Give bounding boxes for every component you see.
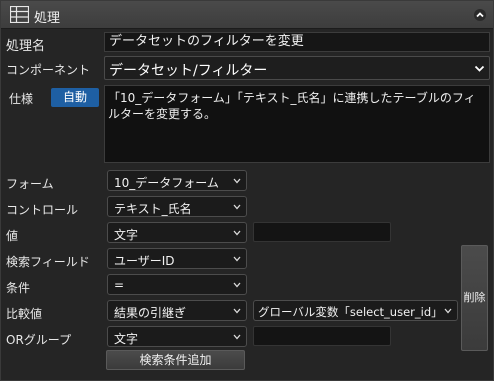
search-field-select-value: ユーザーID bbox=[114, 254, 175, 268]
compare-value-select-value: 結果の引継ぎ bbox=[114, 306, 187, 320]
condition-select-value: = bbox=[114, 278, 125, 292]
component-label: コンポーネント bbox=[6, 63, 91, 77]
control-label: コントロール bbox=[6, 203, 79, 217]
chevron-down-icon bbox=[233, 204, 241, 210]
control-select-value: テキスト_氏名 bbox=[114, 202, 192, 216]
panel-header[interactable]: 処理 bbox=[1, 1, 493, 29]
chevron-down-icon bbox=[474, 65, 485, 72]
form-select[interactable]: 10_データフォーム bbox=[107, 170, 247, 191]
search-field-select[interactable]: ユーザーID bbox=[107, 248, 247, 269]
condition-select[interactable]: = bbox=[107, 274, 247, 295]
add-search-condition-button[interactable]: 検索条件追加 bbox=[106, 350, 245, 370]
chevron-down-icon bbox=[233, 282, 241, 288]
chevron-down-icon bbox=[233, 308, 241, 314]
auto-badge-button[interactable]: 自動 bbox=[51, 88, 99, 107]
value-select[interactable]: 文字 bbox=[107, 222, 247, 243]
compare-value-select[interactable]: 結果の引継ぎ bbox=[107, 300, 247, 321]
condition-label: 条件 bbox=[6, 281, 31, 295]
chevron-down-icon bbox=[233, 334, 241, 340]
chevron-down-icon bbox=[444, 308, 452, 314]
collapse-chevron-up-icon[interactable] bbox=[473, 8, 487, 22]
compare-value-label: 比較値 bbox=[6, 307, 43, 321]
or-group-input[interactable] bbox=[253, 326, 391, 346]
search-field-label: 検索フィールド bbox=[6, 255, 90, 269]
form-select-value: 10_データフォーム bbox=[114, 176, 219, 190]
or-group-label: ORグループ bbox=[6, 333, 72, 347]
form-label: フォーム bbox=[6, 177, 54, 191]
value-label: 値 bbox=[6, 229, 19, 243]
spec-label: 仕様 bbox=[9, 92, 34, 106]
table-grid-icon bbox=[10, 6, 29, 23]
delete-button[interactable]: 削除 bbox=[461, 245, 488, 351]
chevron-down-icon bbox=[233, 256, 241, 262]
panel-title: 処理 bbox=[34, 11, 61, 26]
control-select[interactable]: テキスト_氏名 bbox=[107, 196, 247, 217]
compare-source-select[interactable]: グローバル変数「select_user_id」取得 bbox=[253, 300, 458, 321]
chevron-down-icon bbox=[233, 230, 241, 236]
compare-source-select-value: グローバル変数「select_user_id」取得 bbox=[258, 305, 441, 319]
process-name-input[interactable]: データセットのフィルターを変更 bbox=[104, 32, 490, 52]
process-name-label: 処理名 bbox=[6, 39, 46, 54]
value-select-value: 文字 bbox=[114, 228, 139, 242]
component-select-value: データセット/フィルター bbox=[109, 63, 268, 79]
chevron-down-icon bbox=[233, 178, 241, 184]
or-group-select-value: 文字 bbox=[114, 332, 139, 346]
value-input[interactable] bbox=[253, 222, 391, 242]
component-select[interactable]: データセット/フィルター bbox=[104, 56, 490, 80]
spec-textarea[interactable]: 「10_データフォーム」「テキスト_氏名」に連携したテーブルのフィルターを変更す… bbox=[104, 85, 490, 163]
or-group-select[interactable]: 文字 bbox=[107, 326, 247, 347]
process-panel: 処理 処理名 データセットのフィルターを変更 コンポーネント データセット/フィ… bbox=[0, 0, 494, 381]
